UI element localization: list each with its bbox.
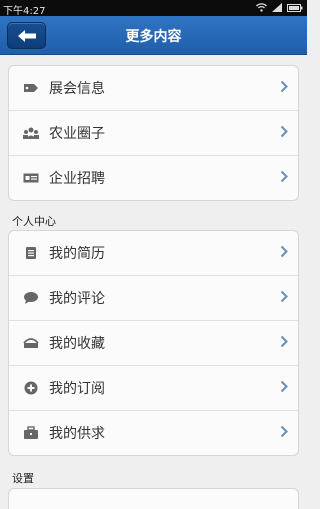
menu-item-label: 农业圈子 xyxy=(49,126,105,142)
menu-item-label: 我的收藏 xyxy=(49,336,105,352)
menu-item-subscriptions[interactable]: 我的订阅 xyxy=(9,366,298,411)
page-title: 更多内容 xyxy=(125,29,182,45)
briefcase-icon xyxy=(23,425,39,441)
group-icon xyxy=(23,125,39,141)
signal-icon xyxy=(272,3,282,12)
menu-item-label: 我的简历 xyxy=(49,246,105,262)
menu-card-settings xyxy=(8,488,299,509)
menu-item-label: 我的评论 xyxy=(49,291,105,307)
chevron-right-icon xyxy=(280,290,288,303)
menu-item-label: 我的订阅 xyxy=(49,381,105,397)
chevron-right-icon xyxy=(280,335,288,348)
status-time: 下午4:27 xyxy=(3,6,46,17)
add-circle-icon xyxy=(23,380,39,396)
menu-item-exhibition[interactable]: 展会信息 xyxy=(9,66,298,111)
menu-item-recruitment[interactable]: 企业招聘 xyxy=(9,156,298,200)
menu-item-supply-demand[interactable]: 我的供求 xyxy=(9,411,298,455)
document-icon xyxy=(23,245,39,261)
wifi-icon xyxy=(256,3,267,12)
menu-item-resume[interactable]: 我的简历 xyxy=(9,231,298,276)
menu-card-general: 展会信息 农业圈子 企业招聘 xyxy=(8,65,299,201)
chevron-right-icon xyxy=(280,80,288,93)
title-bar: 更多内容 xyxy=(0,16,307,55)
menu-item-agri-circle[interactable]: 农业圈子 xyxy=(9,111,298,156)
inbox-icon xyxy=(23,335,39,351)
comment-icon xyxy=(23,290,39,306)
menu-card-personal: 我的简历 我的评论 我的收藏 我的订阅 我的供求 xyxy=(8,230,299,456)
id-card-icon xyxy=(23,170,39,186)
chevron-right-icon xyxy=(280,380,288,393)
tag-icon xyxy=(23,80,39,96)
chevron-right-icon xyxy=(280,170,288,183)
section-title-personal: 个人中心 xyxy=(12,215,56,228)
chevron-right-icon xyxy=(280,125,288,138)
menu-item-favorites[interactable]: 我的收藏 xyxy=(9,321,298,366)
status-bar: 下午4:27 xyxy=(0,0,307,17)
chevron-right-icon xyxy=(280,245,288,258)
menu-item-comments[interactable]: 我的评论 xyxy=(9,276,298,321)
status-icons xyxy=(256,3,303,12)
menu-item-label: 企业招聘 xyxy=(49,171,105,187)
menu-item-label: 展会信息 xyxy=(49,81,105,97)
chevron-right-icon xyxy=(280,425,288,438)
battery-icon xyxy=(287,3,303,12)
section-title-settings: 设置 xyxy=(12,472,34,485)
menu-item-label: 我的供求 xyxy=(49,426,105,442)
